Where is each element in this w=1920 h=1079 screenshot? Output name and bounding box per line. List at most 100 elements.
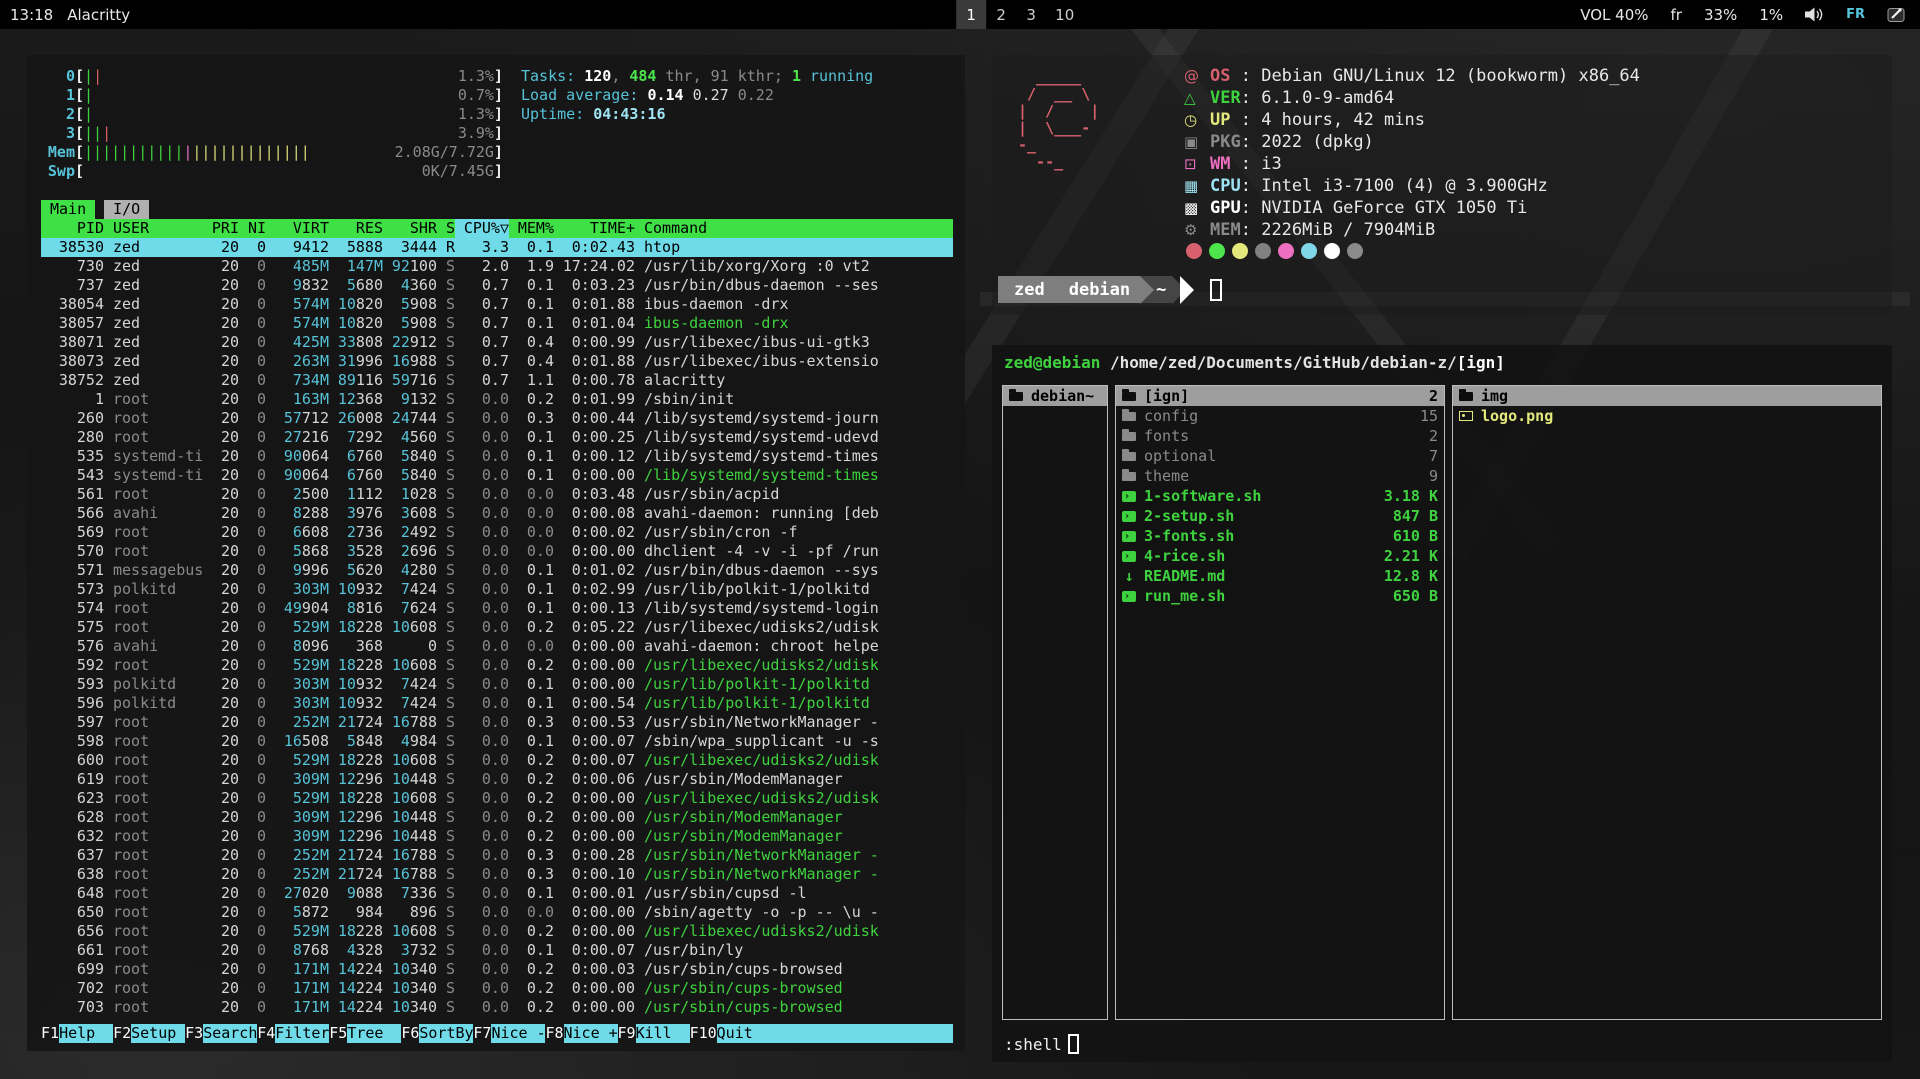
file-row-fonts[interactable]: fonts2: [1116, 426, 1444, 446]
fkey-label-sortby[interactable]: SortBy: [419, 1024, 473, 1043]
fkey-label-nice-[interactable]: Nice -: [491, 1024, 545, 1043]
process-row[interactable]: 632root200309M1229610448S0.00.20:00.00/u…: [41, 827, 953, 846]
process-row[interactable]: 737zed200983256804360S0.70.10:03.23/usr/…: [41, 276, 953, 295]
fkey-f3[interactable]: F3: [185, 1024, 203, 1043]
fkey-f10[interactable]: F10: [690, 1024, 717, 1043]
process-row[interactable]: 574root2004990488167624S0.00.10:00.13/li…: [41, 599, 953, 618]
workspace-button-10[interactable]: 10: [1046, 0, 1083, 29]
column-header-virt[interactable]: VIRT: [266, 219, 329, 238]
fkey-label-help[interactable]: Help: [59, 1024, 113, 1043]
column-header-user[interactable]: USER: [104, 219, 203, 238]
process-row[interactable]: 535systemd-ti2009006467605840S0.00.10:00…: [41, 447, 953, 466]
workspace-button-1[interactable]: 1: [956, 0, 986, 29]
process-row[interactable]: 593polkitd200303M109327424S0.00.10:00.00…: [41, 675, 953, 694]
fkey-f7[interactable]: F7: [473, 1024, 491, 1043]
file-row-README.md[interactable]: ↓README.md12.8 K: [1116, 566, 1444, 586]
file-row-3-fonts.sh[interactable]: ›3-fonts.sh610 B: [1116, 526, 1444, 546]
column-header-pid[interactable]: PID: [41, 219, 104, 238]
process-row[interactable]: 38752zed200734M8911659716S0.71.10:00.78a…: [41, 371, 953, 390]
file-row-debian~[interactable]: debian~: [1003, 386, 1107, 406]
process-row[interactable]: 637root200252M2172416788S0.00.30:00.28/u…: [41, 846, 953, 865]
workspace-button-3[interactable]: 3: [1016, 0, 1046, 29]
file-row-theme[interactable]: theme9: [1116, 466, 1444, 486]
fkey-f6[interactable]: F6: [401, 1024, 419, 1043]
workspace-button-2[interactable]: 2: [986, 0, 1016, 29]
fkey-f2[interactable]: F2: [113, 1024, 131, 1043]
process-row[interactable]: 623root200529M1822810608S0.00.20:00.00/u…: [41, 789, 953, 808]
process-row[interactable]: 638root200252M2172416788S0.00.30:00.10/u…: [41, 865, 953, 884]
fkey-label-tree[interactable]: Tree: [347, 1024, 401, 1043]
fkey-f1[interactable]: F1: [41, 1024, 59, 1043]
process-row[interactable]: 38057zed200574M108205908S0.70.10:01.04ib…: [41, 314, 953, 333]
process-row[interactable]: 661root200876843283732S0.00.10:00.07/usr…: [41, 941, 953, 960]
process-row[interactable]: 575root200529M1822810608S0.00.20:05.22/u…: [41, 618, 953, 637]
speaker-icon[interactable]: [1805, 7, 1824, 22]
process-row[interactable]: 38073zed200263M3199616988S0.70.40:01.88/…: [41, 352, 953, 371]
column-header-time+[interactable]: TIME+: [554, 219, 635, 238]
process-row[interactable]: 576avahi20080963680S0.00.00:00.00avahi-d…: [41, 637, 953, 656]
column-header-shr[interactable]: SHR: [383, 219, 437, 238]
process-row[interactable]: 703root200171M1422410340S0.00.20:00.00/u…: [41, 998, 953, 1017]
file-row-4-rice.sh[interactable]: ›4-rice.sh2.21 K: [1116, 546, 1444, 566]
file-row-optional[interactable]: optional7: [1116, 446, 1444, 466]
fkey-label-nice+[interactable]: Nice +: [564, 1024, 618, 1043]
process-row[interactable]: 566avahi200828839763608S0.00.00:00.08ava…: [41, 504, 953, 523]
fkey-f4[interactable]: F4: [257, 1024, 275, 1043]
process-row[interactable]: 38530zed200941258883444R3.30.10:02.43hto…: [41, 238, 953, 257]
process-row[interactable]: 543systemd-ti2009006467605840S0.00.10:00…: [41, 466, 953, 485]
fkey-label-search[interactable]: Search: [203, 1024, 257, 1043]
process-row[interactable]: 619root200309M1229610448S0.00.20:00.06/u…: [41, 770, 953, 789]
fm-command-line[interactable]: :shell: [1004, 1034, 1079, 1054]
process-row[interactable]: 570root200586835282696S0.00.00:00.00dhcl…: [41, 542, 953, 561]
shell-prompt[interactable]: zed debian ~: [998, 276, 1222, 303]
process-row[interactable]: 648root2002702090887336S0.00.10:00.01/us…: [41, 884, 953, 903]
file-row-run_me.sh[interactable]: ›run_me.sh650 B: [1116, 586, 1444, 606]
process-row[interactable]: 702root200171M1422410340S0.00.20:00.00/u…: [41, 979, 953, 998]
process-row[interactable]: 569root200660827362492S0.00.00:00.02/usr…: [41, 523, 953, 542]
file-row-1-software.sh[interactable]: ›1-software.sh3.18 K: [1116, 486, 1444, 506]
column-header-mem[interactable]: MEM%: [509, 219, 554, 238]
process-row[interactable]: 592root200529M1822810608S0.00.20:00.00/u…: [41, 656, 953, 675]
process-row[interactable]: 600root200529M1822810608S0.00.20:00.07/u…: [41, 751, 953, 770]
column-header-s[interactable]: S: [437, 219, 455, 238]
fkey-label-kill[interactable]: Kill: [636, 1024, 690, 1043]
process-row[interactable]: 598root2001650858484984S0.00.10:00.07/sb…: [41, 732, 953, 751]
file-row-config[interactable]: config15: [1116, 406, 1444, 426]
fkey-label-quit[interactable]: Quit: [717, 1024, 953, 1043]
process-row[interactable]: 573polkitd200303M109327424S0.00.10:02.99…: [41, 580, 953, 599]
screenshot-pen-icon[interactable]: [1887, 6, 1906, 23]
keyboard-layout[interactable]: fr: [1671, 6, 1682, 24]
fkey-label-filter[interactable]: Filter: [275, 1024, 329, 1043]
terminal-cursor[interactable]: [1210, 279, 1222, 301]
volume-indicator[interactable]: VOL 40%: [1580, 6, 1648, 24]
process-row[interactable]: 597root200252M2172416788S0.00.30:00.53/u…: [41, 713, 953, 732]
process-row[interactable]: 699root200171M1422410340S0.00.20:00.03/u…: [41, 960, 953, 979]
fkey-f5[interactable]: F5: [329, 1024, 347, 1043]
column-header-ni[interactable]: NI: [239, 219, 266, 238]
tab-main[interactable]: Main: [41, 200, 95, 219]
process-row[interactable]: 1root200163M123689132S0.00.20:01.99/sbin…: [41, 390, 953, 409]
column-header-command[interactable]: Command: [635, 219, 953, 238]
process-row[interactable]: 656root200529M1822810608S0.00.20:00.00/u…: [41, 922, 953, 941]
process-row[interactable]: 596polkitd200303M109327424S0.00.10:00.54…: [41, 694, 953, 713]
process-row[interactable]: 280root2002721672924560S0.00.10:00.25/li…: [41, 428, 953, 447]
column-header-cpu[interactable]: CPU%▽: [455, 219, 509, 238]
process-row[interactable]: 650root2005872984896S0.00.00:00.00/sbin/…: [41, 903, 953, 922]
file-row-ign[interactable]: [ign]2: [1116, 386, 1444, 406]
fkey-f9[interactable]: F9: [618, 1024, 636, 1043]
fkey-label-setup[interactable]: Setup: [131, 1024, 185, 1043]
process-row[interactable]: 38054zed200574M108205908S0.70.10:01.88ib…: [41, 295, 953, 314]
file-row-img[interactable]: img: [1453, 386, 1881, 406]
process-row[interactable]: 38071zed200425M3380822912S0.70.40:00.99/…: [41, 333, 953, 352]
tab-io[interactable]: I/O: [104, 200, 149, 219]
process-row[interactable]: 260root200577122600824744S0.00.30:00.44/…: [41, 409, 953, 428]
process-row[interactable]: 628root200309M1229610448S0.00.20:00.00/u…: [41, 808, 953, 827]
column-header-res[interactable]: RES: [329, 219, 383, 238]
column-header-pri[interactable]: PRI: [203, 219, 239, 238]
process-row[interactable]: 561root200250011121028S0.00.00:03.48/usr…: [41, 485, 953, 504]
process-row[interactable]: 730zed200485M147M92100S2.01.917:24.02/us…: [41, 257, 953, 276]
file-row-2-setup.sh[interactable]: ›2-setup.sh847 B: [1116, 506, 1444, 526]
fkey-f8[interactable]: F8: [545, 1024, 563, 1043]
language-indicator[interactable]: FR: [1846, 7, 1865, 22]
file-row-logo.png[interactable]: logo.png: [1453, 406, 1881, 426]
